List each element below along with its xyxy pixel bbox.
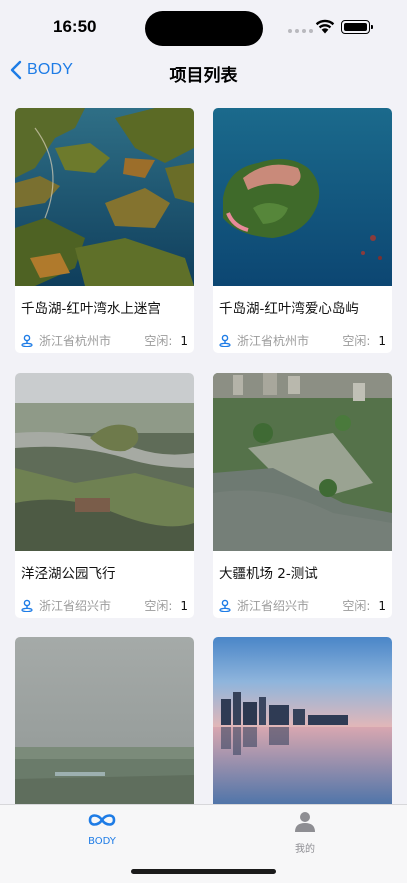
project-location-text: 浙江省绍兴市 — [39, 599, 112, 613]
project-free-status: 空闲: 1 — [144, 332, 188, 349]
location-pin-icon — [219, 334, 231, 347]
project-location-text: 浙江省绍兴市 — [237, 599, 310, 613]
project-title: 千岛湖-红叶湾水上迷宫 — [21, 301, 161, 317]
project-free-status: 空闲: 1 — [342, 332, 386, 349]
project-location-text: 浙江省杭州市 — [39, 334, 112, 348]
tab-mine[interactable]: 我的 — [265, 811, 345, 855]
tab-body[interactable]: BODY — [62, 811, 142, 847]
navigation-bar: BODY 项目列表 — [0, 54, 407, 92]
status-time: 16:50 — [53, 17, 97, 36]
location-pin-icon — [21, 334, 33, 347]
project-image — [15, 108, 194, 286]
project-card[interactable]: 大疆机场 2-测试 浙江省绍兴市 空闲: 1 — [213, 373, 392, 618]
infinity-icon — [88, 814, 116, 826]
tab-mine-label: 我的 — [295, 844, 315, 855]
project-location-text: 浙江省杭州市 — [237, 334, 310, 348]
project-free-status: 空闲: 1 — [144, 597, 188, 614]
free-count: 1 — [180, 334, 188, 348]
person-icon — [295, 812, 315, 832]
project-card[interactable]: 千岛湖-红叶湾爱心岛屿 浙江省杭州市 空闲: 1 — [213, 108, 392, 353]
tab-body-label: BODY — [88, 836, 116, 847]
project-title: 大疆机场 2-测试 — [219, 566, 318, 582]
project-card[interactable]: 千岛湖-红叶湾水上迷宫 浙江省杭州市 空闲: 1 — [15, 108, 194, 353]
free-label: 空闲: — [144, 334, 173, 348]
dynamic-island — [145, 11, 263, 46]
project-image — [15, 373, 194, 551]
project-image — [15, 637, 194, 815]
project-image — [213, 373, 392, 551]
signal-dots-icon — [288, 29, 313, 33]
project-title: 千岛湖-红叶湾爱心岛屿 — [219, 301, 359, 317]
project-image — [213, 108, 392, 286]
status-bar: 16:50 — [0, 0, 407, 54]
home-indicator — [131, 869, 276, 874]
free-label: 空闲: — [144, 599, 173, 613]
project-title: 洋泾湖公园飞行 — [21, 566, 116, 582]
page-title: 项目列表 — [169, 66, 238, 86]
location-pin-icon — [21, 599, 33, 612]
project-location: 浙江省绍兴市 — [219, 597, 309, 614]
project-location: 浙江省杭州市 — [21, 332, 111, 349]
project-free-status: 空闲: 1 — [342, 597, 386, 614]
free-count: 1 — [180, 599, 188, 613]
project-image — [213, 637, 392, 815]
project-card[interactable]: 洋泾湖公园飞行 浙江省绍兴市 空闲: 1 — [15, 373, 194, 618]
free-label: 空闲: — [342, 599, 371, 613]
location-pin-icon — [219, 599, 231, 612]
free-label: 空闲: — [342, 334, 371, 348]
battery-icon — [341, 20, 373, 34]
wifi-icon — [315, 19, 335, 34]
free-count: 1 — [378, 334, 386, 348]
free-count: 1 — [378, 599, 386, 613]
project-location: 浙江省绍兴市 — [21, 597, 111, 614]
project-location: 浙江省杭州市 — [219, 332, 309, 349]
